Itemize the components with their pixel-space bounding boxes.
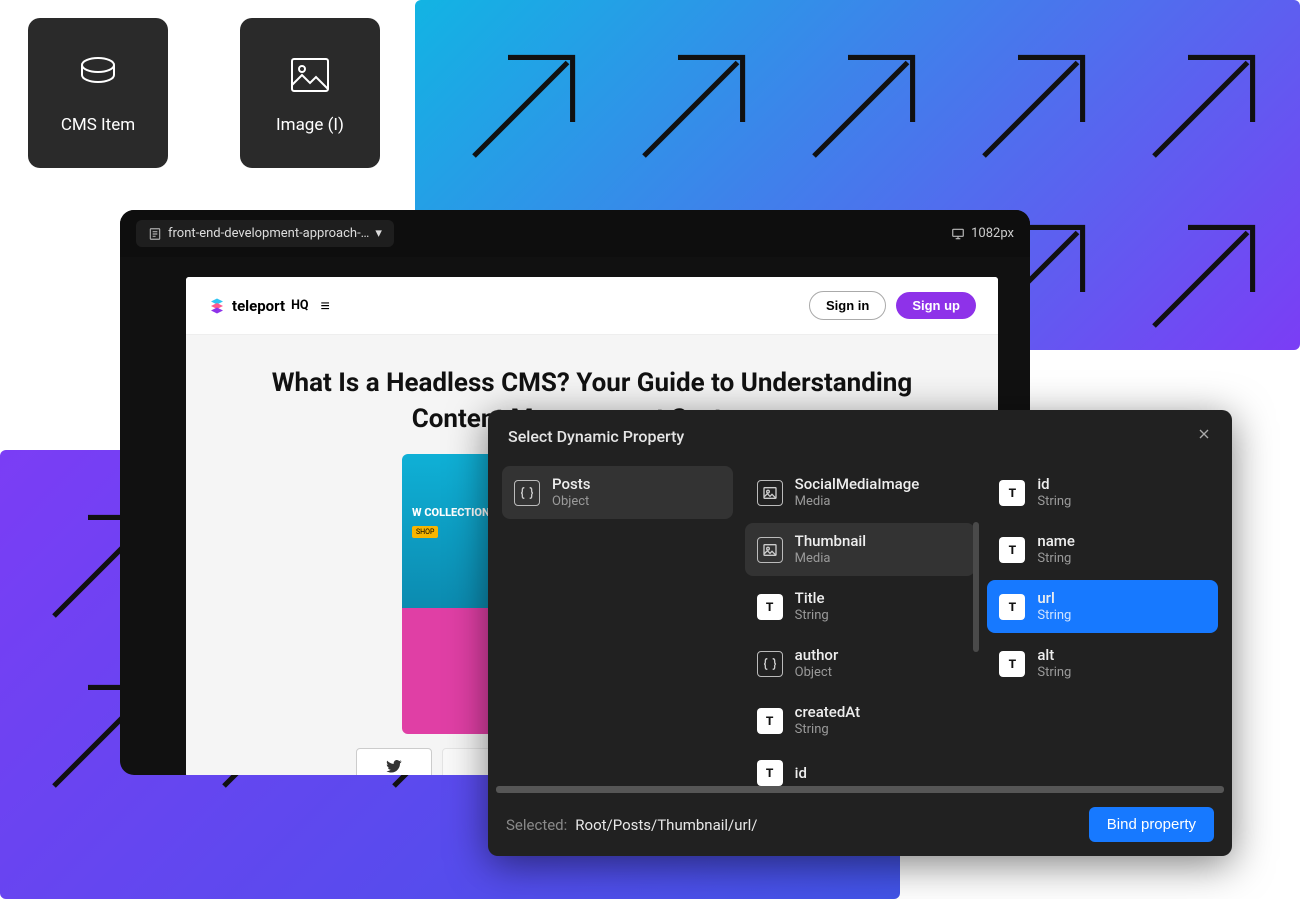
- property-name: SocialMediaImage: [795, 475, 920, 494]
- property-item-posts[interactable]: PostsObject: [502, 466, 733, 519]
- brand-name: teleport: [232, 297, 285, 315]
- twitter-share-button[interactable]: [356, 748, 432, 775]
- property-item-createdat[interactable]: TcreatedAtString: [745, 694, 976, 747]
- text-type-icon: T: [999, 594, 1025, 620]
- property-name: id: [795, 764, 807, 783]
- chevron-down-icon: ▾: [375, 226, 382, 241]
- property-type: String: [1037, 665, 1071, 681]
- property-item-id[interactable]: TidString: [987, 466, 1218, 519]
- mockup-tag: W COLLECTION: [412, 506, 490, 519]
- object-icon: [757, 651, 783, 677]
- media-icon: [757, 480, 783, 506]
- property-name: name: [1037, 532, 1075, 551]
- property-name: url: [1037, 589, 1071, 608]
- brand-logo: teleport HQ: [208, 297, 309, 315]
- text-type-icon: T: [757, 760, 783, 786]
- image-icon: [286, 51, 334, 99]
- property-item-name[interactable]: TnameString: [987, 523, 1218, 576]
- property-type: Object: [795, 665, 839, 681]
- selected-path: Root/Posts/Thumbnail/url/: [575, 816, 757, 834]
- property-type: String: [1037, 551, 1075, 567]
- brand-sup: HQ: [291, 298, 308, 313]
- property-column-3: TidStringTnameStringTurlStringTaltString: [981, 462, 1224, 786]
- tile-label: CMS Item: [61, 115, 135, 135]
- media-icon: [757, 537, 783, 563]
- desktop-icon: [951, 227, 965, 241]
- property-name: author: [795, 646, 839, 665]
- menu-icon[interactable]: ≡: [321, 296, 332, 316]
- twitter-icon: [385, 757, 403, 775]
- modal-columns: PostsObject SocialMediaImageMediaThumbna…: [488, 462, 1232, 786]
- editor-topbar: front-end-development-approach-… ▾ 1082p…: [120, 210, 1030, 257]
- signin-button[interactable]: Sign in: [809, 291, 886, 320]
- signup-button[interactable]: Sign up: [896, 292, 976, 319]
- property-type: String: [1037, 608, 1071, 624]
- modal-header: Select Dynamic Property: [488, 410, 1232, 462]
- text-type-icon: T: [999, 651, 1025, 677]
- property-name: id: [1037, 475, 1071, 494]
- property-type: Media: [795, 551, 866, 567]
- property-item-title[interactable]: T TitleString: [745, 580, 976, 633]
- property-item-id[interactable]: Tid: [745, 751, 976, 786]
- property-item-author[interactable]: authorObject: [745, 637, 976, 690]
- scrollbar-thumb[interactable]: [973, 522, 979, 652]
- object-icon: [514, 480, 540, 506]
- property-name: Title: [795, 589, 829, 608]
- property-item-socialmediaimage[interactable]: SocialMediaImageMedia: [745, 466, 976, 519]
- page-selector-label: front-end-development-approach-…: [168, 226, 369, 241]
- property-name: Posts: [552, 475, 590, 494]
- select-dynamic-property-modal: Select Dynamic Property PostsObject Soci…: [488, 410, 1232, 856]
- page-selector[interactable]: front-end-development-approach-… ▾: [136, 220, 394, 247]
- tile-image[interactable]: Image (I): [240, 18, 380, 168]
- selected-label: Selected:: [506, 816, 567, 834]
- property-item-url[interactable]: TurlString: [987, 580, 1218, 633]
- tile-cms-item[interactable]: CMS Item: [28, 18, 168, 168]
- property-item-alt[interactable]: TaltString: [987, 637, 1218, 690]
- property-name: Thumbnail: [795, 532, 866, 551]
- mockup-shop-button: SHOP: [412, 526, 438, 538]
- teleport-logo-icon: [208, 297, 226, 315]
- site-header: teleport HQ ≡ Sign in Sign up: [186, 277, 998, 335]
- tile-label: Image (I): [276, 115, 344, 135]
- text-type-icon: T: [999, 537, 1025, 563]
- modal-footer: Selected: Root/Posts/Thumbnail/url/ Bind…: [488, 793, 1232, 856]
- viewport-label: 1082px: [971, 226, 1014, 241]
- text-type-icon: T: [757, 594, 783, 620]
- text-type-icon: T: [757, 708, 783, 734]
- property-type: String: [795, 608, 829, 624]
- close-icon[interactable]: [1196, 426, 1212, 446]
- database-icon: [74, 51, 122, 99]
- property-item-thumbnail[interactable]: ThumbnailMedia: [745, 523, 976, 576]
- property-column-2: SocialMediaImageMediaThumbnailMediaTTitl…: [739, 462, 982, 786]
- property-type: String: [1037, 494, 1071, 510]
- property-type: String: [795, 722, 860, 738]
- property-type: Media: [795, 494, 920, 510]
- text-type-icon: T: [999, 480, 1025, 506]
- modal-title: Select Dynamic Property: [508, 427, 684, 446]
- viewport-indicator: 1082px: [951, 226, 1014, 241]
- property-name: createdAt: [795, 703, 860, 722]
- property-column-1: PostsObject: [496, 462, 739, 786]
- horizontal-scrollbar[interactable]: [496, 786, 1224, 793]
- property-name: alt: [1037, 646, 1071, 665]
- page-icon: [148, 227, 162, 241]
- bind-property-button[interactable]: Bind property: [1089, 807, 1214, 842]
- property-type: Object: [552, 494, 590, 510]
